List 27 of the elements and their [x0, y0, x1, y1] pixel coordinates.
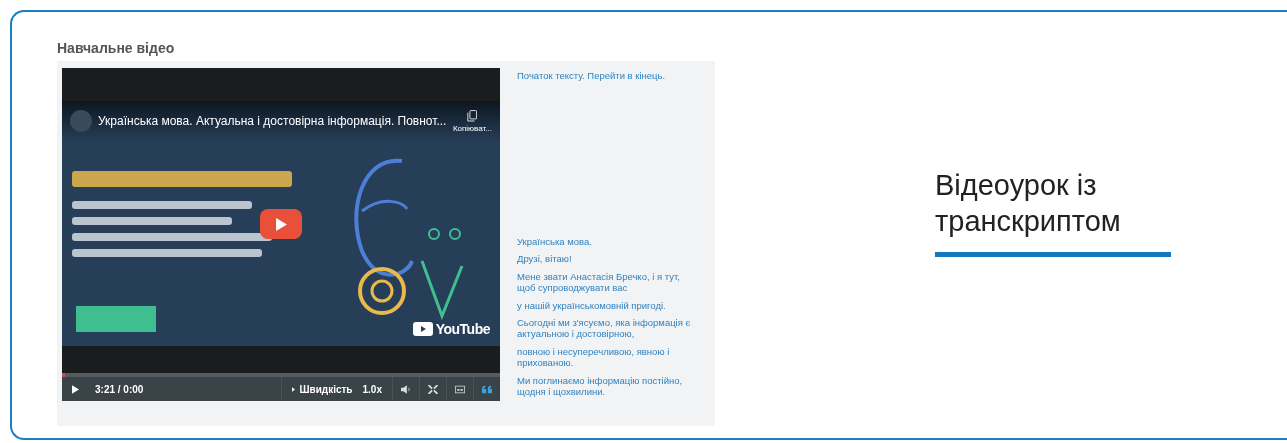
play-button[interactable] — [260, 209, 302, 239]
video-title[interactable]: Українська мова. Актуальна і достовірна інформація. Повнот... — [98, 114, 447, 128]
quote-icon — [482, 384, 492, 394]
caret-icon — [292, 386, 296, 392]
copy-icon — [467, 109, 478, 122]
fullscreen-icon — [428, 384, 438, 394]
progress-track[interactable] — [62, 373, 500, 377]
section-title: Навчальне відео — [57, 40, 176, 56]
time-display: 3:21 / 0:00 — [95, 383, 145, 395]
copy-link-button[interactable]: Копіюват... — [452, 109, 492, 133]
play-icon — [275, 217, 287, 231]
speed-button[interactable]: Швидкість 1.0x — [281, 377, 392, 401]
youtube-logo[interactable]: YouTube — [412, 321, 490, 337]
transcript-line[interactable]: у нашій українськомовній пригоді. — [517, 299, 695, 311]
transcript-line[interactable]: Українська мова. — [517, 236, 695, 248]
transcript-start-link[interactable]: Початок тексту. Перейти в кінець. — [517, 70, 695, 81]
transcript-line[interactable]: Мене звати Анастасія Бречко, і я тут, щоб супроводжувати вас — [517, 270, 695, 294]
transcript-line[interactable]: Ми поглинаємо інформацію постійно, щодня і щохвилини. — [517, 374, 695, 398]
play-icon — [72, 384, 79, 394]
youtube-play-icon — [412, 322, 433, 336]
transcript-line[interactable]: Друзі, вітаю! — [517, 253, 695, 265]
volume-icon — [401, 384, 411, 394]
transcript-line[interactable]: Сьогодні ми з'ясуємо, яка інформація є актуальною і достовірною, — [517, 316, 695, 340]
progress-handle[interactable] — [62, 373, 65, 377]
lesson-title: Відеоурок із транскриптом — [935, 168, 1122, 240]
transcript-line[interactable]: повною і несуперечливою, явною і прихованою. — [517, 345, 695, 369]
captions-icon — [455, 384, 465, 394]
